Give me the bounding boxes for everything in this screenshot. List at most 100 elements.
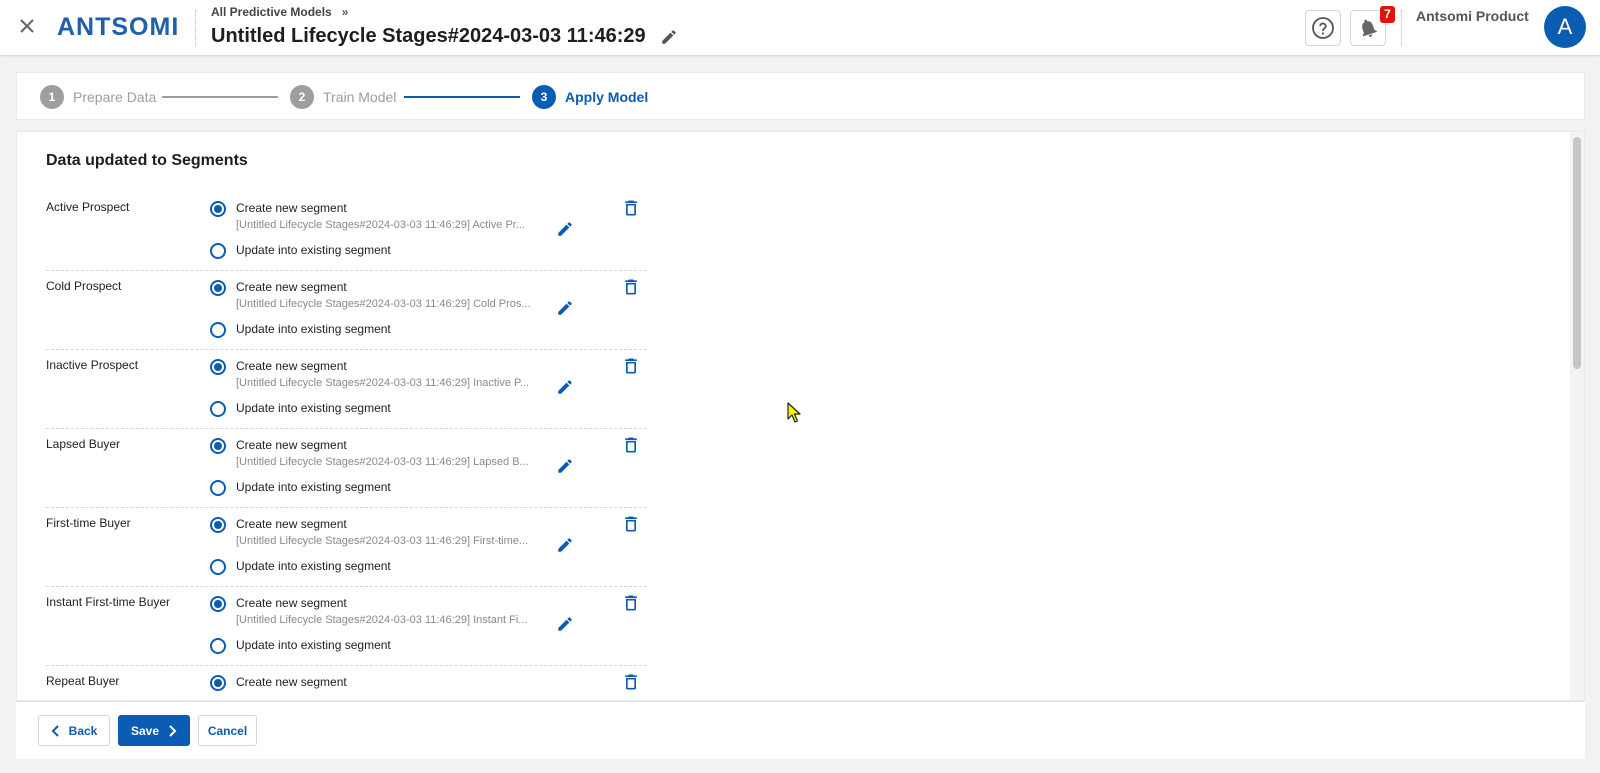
update-existing-segment-radio[interactable] xyxy=(210,480,226,496)
segment-row: Cold Prospect Create new segment [Untitl… xyxy=(46,271,647,350)
create-new-segment-radio[interactable] xyxy=(210,359,226,375)
back-button-label: Back xyxy=(68,723,98,738)
segment-row-label: Cold Prospect xyxy=(46,279,122,293)
segment-row-label: Lapsed Buyer xyxy=(46,437,121,451)
edit-title-icon[interactable] xyxy=(660,28,678,46)
create-new-segment-radio[interactable] xyxy=(210,438,226,454)
update-existing-segment-radio[interactable] xyxy=(210,243,226,259)
segment-row: Repeat Buyer Create new segment xyxy=(46,666,647,700)
save-button[interactable]: Save xyxy=(118,715,190,746)
update-existing-segment-label[interactable]: Update into existing segment xyxy=(236,559,391,573)
page-title: Untitled Lifecycle Stages#2024-03-03 11:… xyxy=(211,25,646,47)
user-name: Antsomi Product xyxy=(1416,8,1529,24)
notification-badge: 7 xyxy=(1380,6,1395,23)
segment-row: Lapsed Buyer Create new segment [Untitle… xyxy=(46,429,647,508)
update-existing-segment-label[interactable]: Update into existing segment xyxy=(236,401,391,415)
cancel-button[interactable]: Cancel xyxy=(198,715,257,746)
create-new-segment-radio[interactable] xyxy=(210,280,226,296)
update-existing-segment-label[interactable]: Update into existing segment xyxy=(236,322,391,336)
logo-text: ANTSOMI xyxy=(57,12,180,41)
trash-icon[interactable] xyxy=(621,513,641,535)
new-segment-name: [Untitled Lifecycle Stages#2024-03-03 11… xyxy=(236,219,526,231)
create-new-segment-radio[interactable] xyxy=(210,675,226,691)
step-train-model[interactable]: 2 Train Model xyxy=(290,85,396,109)
edit-segment-name-icon[interactable] xyxy=(556,299,574,317)
segments-panel: Data updated to Segments Active Prospect… xyxy=(16,131,1585,701)
segment-rows: Active Prospect Create new segment [Unti… xyxy=(46,192,647,700)
trash-icon[interactable] xyxy=(621,434,641,456)
segment-row: Instant First-time Buyer Create new segm… xyxy=(46,587,647,666)
step-apply-model[interactable]: 3 Apply Model xyxy=(532,85,648,109)
save-button-label: Save xyxy=(130,723,160,738)
section-title: Data updated to Segments xyxy=(46,152,248,169)
top-header: ANTSOMI All Predictive Models » Untitled… xyxy=(0,0,1600,56)
breadcrumb: All Predictive Models » xyxy=(211,5,348,19)
trash-icon[interactable] xyxy=(621,355,641,377)
antsomi-logo: ANTSOMI xyxy=(57,12,179,42)
bell-icon xyxy=(1362,19,1377,37)
update-existing-segment-radio[interactable] xyxy=(210,559,226,575)
new-segment-name: [Untitled Lifecycle Stages#2024-03-03 11… xyxy=(236,298,531,310)
header-divider xyxy=(195,10,196,46)
new-segment-name: [Untitled Lifecycle Stages#2024-03-03 11… xyxy=(236,535,529,547)
trash-icon[interactable] xyxy=(621,592,641,614)
create-new-segment-label[interactable]: Create new segment xyxy=(236,201,347,215)
new-segment-name: [Untitled Lifecycle Stages#2024-03-03 11… xyxy=(236,456,529,468)
trash-icon[interactable] xyxy=(621,671,641,693)
create-new-segment-radio[interactable] xyxy=(210,596,226,612)
trash-icon[interactable] xyxy=(621,197,641,219)
create-new-segment-label[interactable]: Create new segment xyxy=(236,359,347,373)
action-footer: Back Save Cancel xyxy=(16,701,1585,759)
update-existing-segment-radio[interactable] xyxy=(210,401,226,417)
step-number: 1 xyxy=(40,85,64,109)
segment-row-label: Repeat Buyer xyxy=(46,674,120,688)
chevron-left-icon xyxy=(51,724,59,737)
cancel-button-label: Cancel xyxy=(207,723,248,738)
trash-icon[interactable] xyxy=(621,276,641,298)
create-new-segment-radio[interactable] xyxy=(210,201,226,217)
help-button[interactable] xyxy=(1305,10,1341,46)
new-segment-name: [Untitled Lifecycle Stages#2024-03-03 11… xyxy=(236,377,530,389)
step-connector-active xyxy=(404,96,520,98)
edit-segment-name-icon[interactable] xyxy=(556,536,574,554)
scrollbar-thumb[interactable] xyxy=(1573,137,1581,369)
breadcrumb-chevron-icon: » xyxy=(341,5,349,19)
step-connector xyxy=(162,96,278,98)
help-circle-icon xyxy=(1312,17,1334,39)
create-new-segment-label[interactable]: Create new segment xyxy=(236,280,347,294)
step-number: 2 xyxy=(290,85,314,109)
update-existing-segment-radio[interactable] xyxy=(210,638,226,654)
edit-segment-name-icon[interactable] xyxy=(556,378,574,396)
edit-segment-name-icon[interactable] xyxy=(556,457,574,475)
step-label: Prepare Data xyxy=(73,89,157,105)
header-divider-right xyxy=(1401,10,1402,46)
segment-row-label: Inactive Prospect xyxy=(46,358,139,372)
update-existing-segment-radio[interactable] xyxy=(210,322,226,338)
breadcrumb-all-models[interactable]: All Predictive Models xyxy=(211,5,332,19)
segment-row: Active Prospect Create new segment [Unti… xyxy=(46,192,647,271)
close-icon[interactable] xyxy=(16,15,38,37)
step-label: Train Model xyxy=(323,89,397,105)
update-existing-segment-label[interactable]: Update into existing segment xyxy=(236,638,391,652)
create-new-segment-label[interactable]: Create new segment xyxy=(236,517,347,531)
create-new-segment-label[interactable]: Create new segment xyxy=(236,438,347,452)
new-segment-name: [Untitled Lifecycle Stages#2024-03-03 11… xyxy=(236,614,528,626)
edit-segment-name-icon[interactable] xyxy=(556,615,574,633)
step-number: 3 xyxy=(532,85,556,109)
avatar[interactable]: A xyxy=(1544,6,1586,48)
vertical-scrollbar[interactable] xyxy=(1570,132,1584,700)
back-button[interactable]: Back xyxy=(38,715,110,746)
step-prepare-data[interactable]: 1 Prepare Data xyxy=(40,85,156,109)
chevron-right-icon xyxy=(169,724,177,737)
create-new-segment-label[interactable]: Create new segment xyxy=(236,596,347,610)
create-new-segment-label[interactable]: Create new segment xyxy=(236,675,347,689)
update-existing-segment-label[interactable]: Update into existing segment xyxy=(236,480,391,494)
segment-row-label: Active Prospect xyxy=(46,200,130,214)
progress-stepper: 1 Prepare Data 2 Train Model 3 Apply Mod… xyxy=(16,72,1585,120)
segment-row-label: Instant First-time Buyer xyxy=(46,595,171,609)
segment-row-label: First-time Buyer xyxy=(46,516,131,530)
edit-segment-name-icon[interactable] xyxy=(556,220,574,238)
create-new-segment-radio[interactable] xyxy=(210,517,226,533)
update-existing-segment-label[interactable]: Update into existing segment xyxy=(236,243,391,257)
segment-row: First-time Buyer Create new segment [Unt… xyxy=(46,508,647,587)
